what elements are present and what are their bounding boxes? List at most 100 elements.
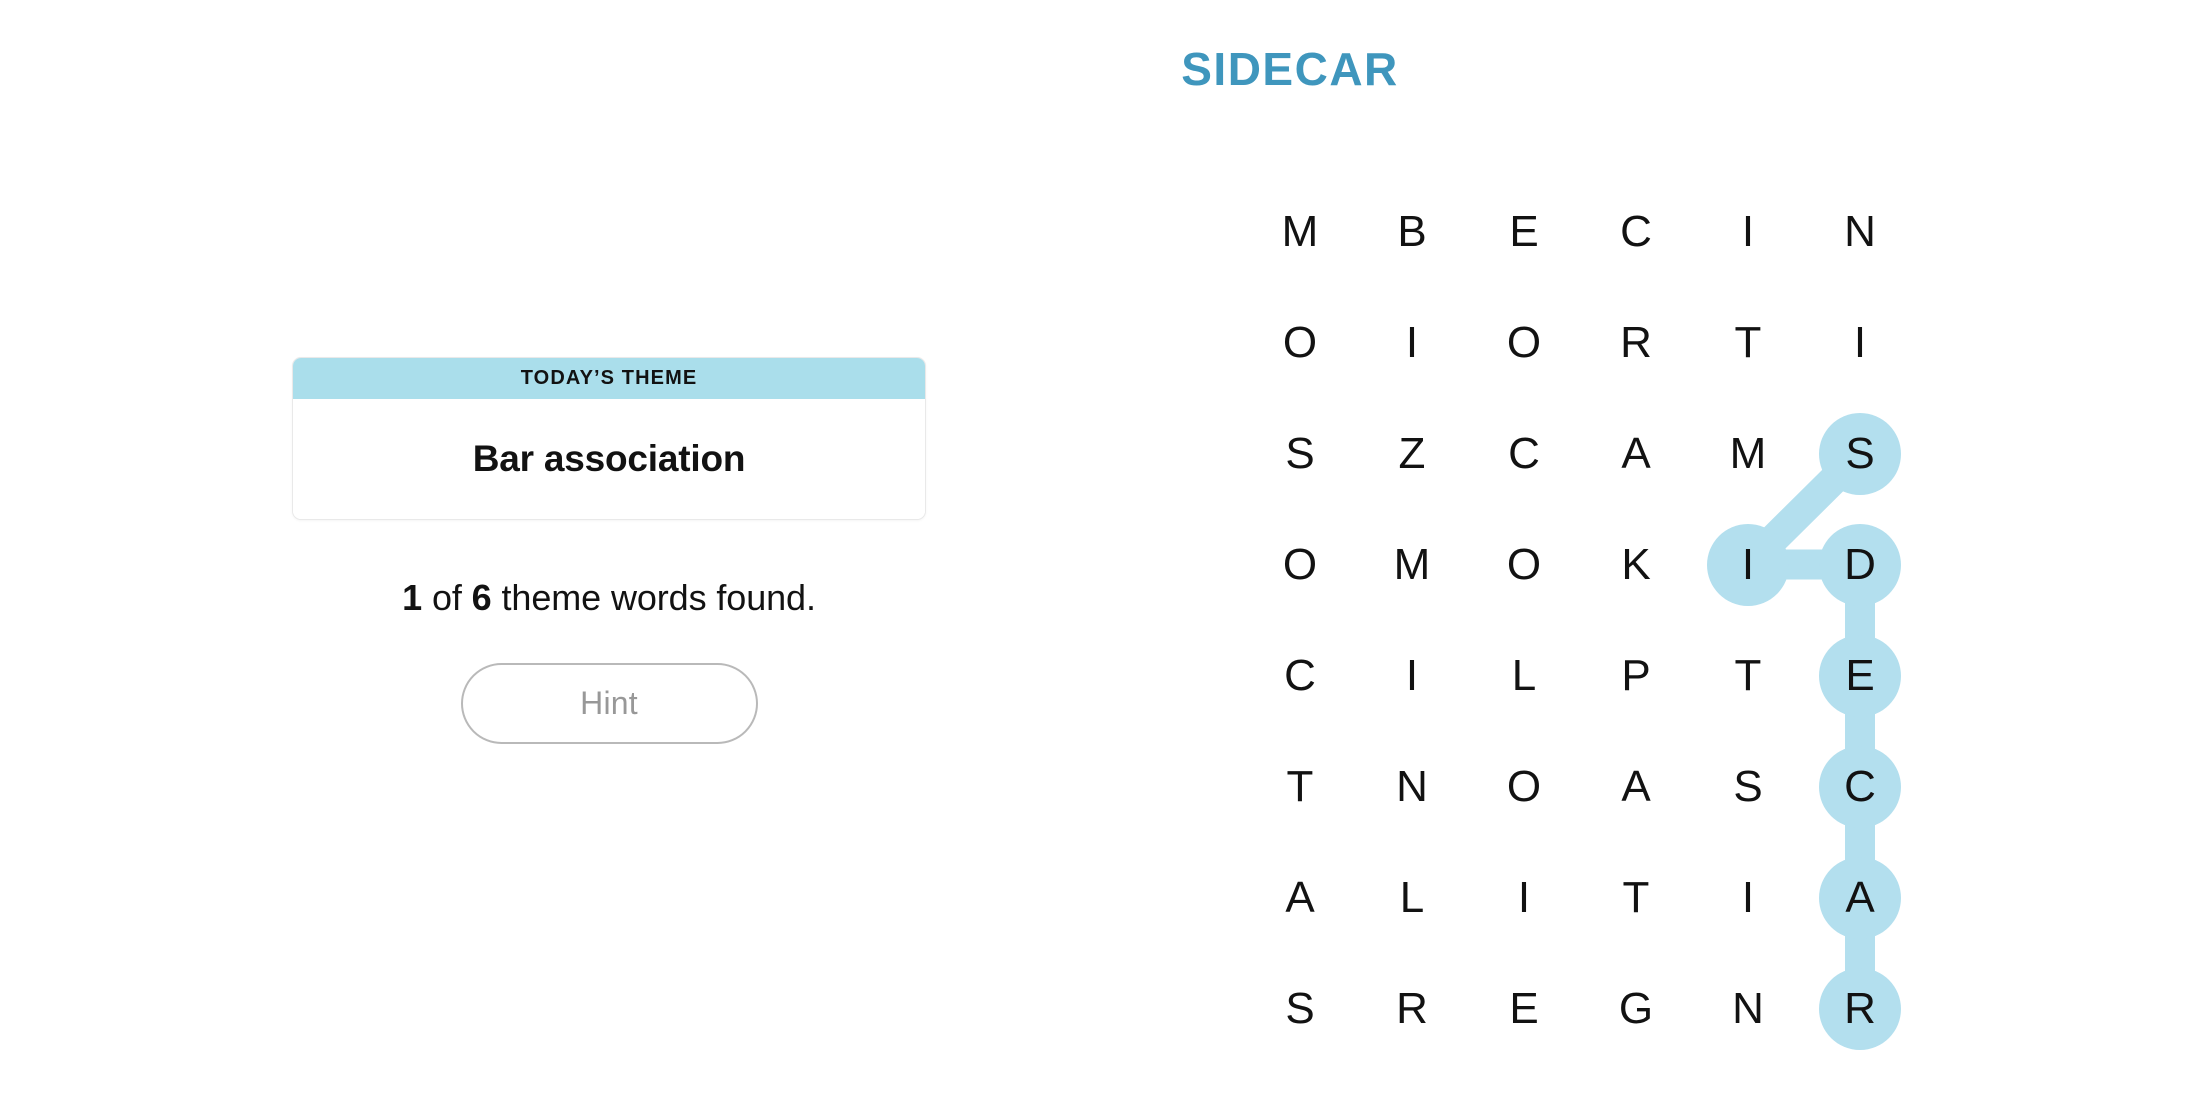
grid-cell-r4c3[interactable]: O — [1468, 509, 1580, 620]
grid-letter: C — [1620, 206, 1652, 256]
grid-cell-r7c3[interactable]: I — [1468, 842, 1580, 953]
grid-letter: T — [1734, 317, 1762, 367]
grid-cell-r8c2[interactable]: R — [1356, 953, 1468, 1064]
grid-cell-r8c5[interactable]: N — [1692, 953, 1804, 1064]
grid-cell-r3c6[interactable]: S — [1804, 398, 1916, 509]
grid-letter: O — [1282, 539, 1318, 589]
grid-letter: S — [1733, 761, 1763, 811]
grid-letter: M — [1281, 206, 1319, 256]
theme-card-header: TODAY’S THEME — [293, 358, 925, 399]
grid-letter: N — [1732, 983, 1764, 1033]
grid-letter: Z — [1398, 428, 1426, 478]
grid-letter: S — [1285, 428, 1315, 478]
grid-cell-r4c1[interactable]: O — [1244, 509, 1356, 620]
grid-letter: L — [1511, 650, 1537, 700]
grid-letter: B — [1397, 206, 1427, 256]
grid-cell-r7c6[interactable]: A — [1804, 842, 1916, 953]
puzzle-page: SIDECAR TODAY’S THEME Bar association 1 … — [0, 0, 2200, 1100]
grid-cell-r6c1[interactable]: T — [1244, 731, 1356, 842]
grid-cell-r3c1[interactable]: S — [1244, 398, 1356, 509]
grid-cell-r3c2[interactable]: Z — [1356, 398, 1468, 509]
grid-letter: P — [1621, 650, 1651, 700]
grid-letter: E — [1509, 983, 1539, 1033]
progress-of-label: of — [431, 577, 462, 618]
grid-letter: O — [1282, 317, 1318, 367]
grid-cell-r1c2[interactable]: B — [1356, 176, 1468, 287]
grid-cell-r3c4[interactable]: A — [1580, 398, 1692, 509]
progress-spacer-2 — [462, 577, 472, 618]
page-title: SIDECAR — [1181, 43, 1399, 95]
grid-cell-r5c5[interactable]: T — [1692, 620, 1804, 731]
grid-cell-r7c1[interactable]: A — [1244, 842, 1356, 953]
grid-cell-r6c3[interactable]: O — [1468, 731, 1580, 842]
progress-found-count: 1 — [402, 577, 423, 618]
grid-cell-r8c1[interactable]: S — [1244, 953, 1356, 1064]
grid-cell-r3c3[interactable]: C — [1468, 398, 1580, 509]
grid-letter: A — [1845, 872, 1875, 922]
grid-letter: O — [1506, 761, 1542, 811]
grid-cell-r7c2[interactable]: L — [1356, 842, 1468, 953]
grid-letter: C — [1508, 428, 1540, 478]
grid-cell-r1c5[interactable]: I — [1692, 176, 1804, 287]
grid-cell-r6c2[interactable]: N — [1356, 731, 1468, 842]
hint-button[interactable]: Hint — [460, 663, 758, 745]
grid-cell-r1c6[interactable]: N — [1804, 176, 1916, 287]
grid-letter: N — [1396, 761, 1428, 811]
grid-letter: E — [1845, 650, 1875, 700]
grid-letter: I — [1853, 317, 1867, 367]
grid-letter: C — [1844, 761, 1876, 811]
hint-button-wrap: Hint — [292, 663, 926, 745]
grid-letter: N — [1844, 206, 1876, 256]
grid-letter: O — [1506, 317, 1542, 367]
letter-grid[interactable]: M B E C I N O I O R T I S Z C A M S O M O K I D C I L P T E T N O A S C A L I T… — [1244, 176, 1916, 1064]
grid-cell-r8c6[interactable]: R — [1804, 953, 1916, 1064]
grid-cell-r7c4[interactable]: T — [1580, 842, 1692, 953]
grid-letter: A — [1621, 761, 1651, 811]
grid-cell-r6c5[interactable]: S — [1692, 731, 1804, 842]
grid-letter: R — [1620, 317, 1652, 367]
grid-letter: T — [1622, 872, 1650, 922]
progress-status: 1 of 6 theme words found. — [292, 577, 926, 618]
grid-cell-r1c3[interactable]: E — [1468, 176, 1580, 287]
grid-letter: G — [1618, 983, 1654, 1033]
grid-cell-r5c3[interactable]: L — [1468, 620, 1580, 731]
theme-text: Bar association — [472, 438, 746, 479]
grid-letter: K — [1621, 539, 1651, 589]
grid-cell-r2c3[interactable]: O — [1468, 287, 1580, 398]
grid-letter: M — [1729, 428, 1767, 478]
grid-cell-r1c1[interactable]: M — [1244, 176, 1356, 287]
grid-letter: C — [1284, 650, 1316, 700]
progress-spacer-3 — [492, 577, 502, 618]
grid-cell-r3c5[interactable]: M — [1692, 398, 1804, 509]
grid-cell-r4c6[interactable]: D — [1804, 509, 1916, 620]
grid-cell-r7c5[interactable]: I — [1692, 842, 1804, 953]
grid-cell-r5c2[interactable]: I — [1356, 620, 1468, 731]
grid-letter: S — [1285, 983, 1315, 1033]
grid-cell-r2c5[interactable]: T — [1692, 287, 1804, 398]
grid-letter: O — [1506, 539, 1542, 589]
grid-cell-r4c5[interactable]: I — [1692, 509, 1804, 620]
theme-card-body: Bar association — [293, 399, 925, 519]
grid-letter: E — [1509, 206, 1539, 256]
grid-cell-r2c6[interactable]: I — [1804, 287, 1916, 398]
grid-cell-r5c6[interactable]: E — [1804, 620, 1916, 731]
progress-total-count: 6 — [471, 577, 492, 618]
grid-cell-r4c4[interactable]: K — [1580, 509, 1692, 620]
progress-suffix: theme words found. — [501, 577, 816, 618]
grid-cell-r2c4[interactable]: R — [1580, 287, 1692, 398]
grid-cell-r8c4[interactable]: G — [1580, 953, 1692, 1064]
grid-cell-r5c4[interactable]: P — [1580, 620, 1692, 731]
grid-letter: D — [1844, 539, 1876, 589]
grid-cell-r6c6[interactable]: C — [1804, 731, 1916, 842]
grid-cell-r2c1[interactable]: O — [1244, 287, 1356, 398]
grid-cell-r5c1[interactable]: C — [1244, 620, 1356, 731]
grid-cell-r6c4[interactable]: A — [1580, 731, 1692, 842]
grid-letter: T — [1286, 761, 1314, 811]
grid-letter: I — [1405, 317, 1419, 367]
grid-cell-r1c4[interactable]: C — [1580, 176, 1692, 287]
theme-card-header-label: TODAY’S THEME — [520, 367, 698, 389]
grid-cell-r2c2[interactable]: I — [1356, 287, 1468, 398]
theme-card: TODAY’S THEME Bar association — [292, 357, 926, 520]
grid-cell-r8c3[interactable]: E — [1468, 953, 1580, 1064]
grid-cell-r4c2[interactable]: M — [1356, 509, 1468, 620]
